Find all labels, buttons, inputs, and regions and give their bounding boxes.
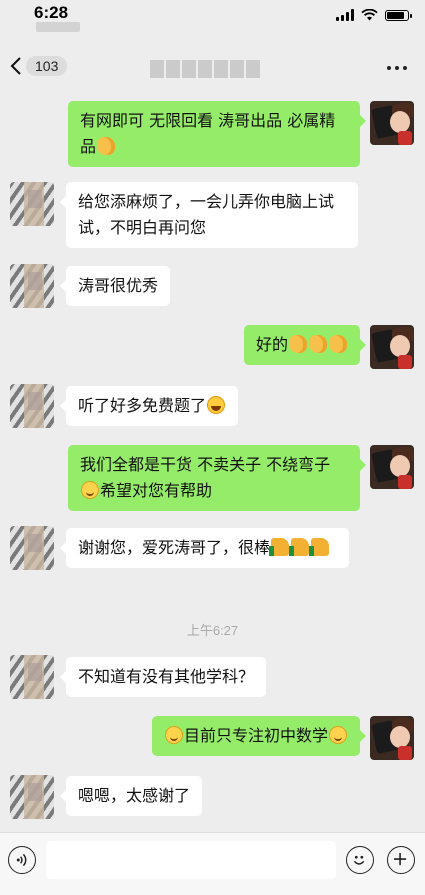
- chat-area: 有网即可 无限回看 涛哥出品 必属精品 给您添麻烦了，一会儿弄你电脑上试试，不明…: [0, 92, 425, 832]
- thumbs-up-icon: [269, 538, 290, 556]
- chat-title: [150, 60, 260, 78]
- wifi-icon: [361, 9, 378, 21]
- emoji-face-icon: [353, 855, 365, 865]
- message-text: 谢谢您，爱死涛哥了，很棒: [78, 538, 271, 557]
- message-text: 听了好多免费题了: [78, 396, 207, 415]
- message-text: 不知道有没有其他学科？: [78, 667, 255, 686]
- message-input[interactable]: [46, 841, 336, 879]
- plus-button[interactable]: [387, 846, 415, 874]
- input-bar: [0, 832, 425, 895]
- contact-avatar[interactable]: [10, 655, 54, 699]
- my-avatar[interactable]: [370, 716, 414, 760]
- contact-avatar[interactable]: [10, 526, 54, 570]
- back-button[interactable]: 103: [10, 56, 68, 76]
- status-bar: 6:28: [0, 0, 425, 32]
- message-text: 嗯嗯，太感谢了: [78, 786, 191, 805]
- message-text: 给您添麻烦了，一会儿弄你电脑上试试，不明白再问您: [78, 192, 335, 237]
- status-icons: [336, 9, 412, 21]
- signal-icon: [336, 9, 354, 21]
- message-bubble-incoming[interactable]: 涛哥很优秀: [59, 266, 171, 306]
- smile-icon: [329, 726, 347, 744]
- contact-avatar[interactable]: [10, 775, 54, 819]
- thumbs-up-icon: [289, 538, 310, 556]
- message-bubble-outgoing[interactable]: 我们全都是干货 不卖关子 不绕弯子 希望对您有帮助: [68, 445, 366, 511]
- status-blur: [36, 22, 80, 32]
- nav-bar: 103: [0, 44, 425, 92]
- smile-icon: [164, 726, 183, 744]
- unread-count-badge: 103: [26, 56, 68, 76]
- contact-avatar[interactable]: [10, 264, 54, 308]
- battery-icon: [385, 9, 412, 21]
- message-timestamp: 上午6:27: [186, 623, 239, 638]
- status-time: 6:28: [34, 3, 69, 22]
- thumbs-up-icon: [309, 538, 330, 556]
- message-bubble-outgoing[interactable]: 目前只专注初中数学: [151, 716, 367, 756]
- message-bubble-incoming[interactable]: 谢谢您，爱死涛哥了，很棒: [60, 528, 349, 568]
- handshake-icon: [309, 335, 327, 353]
- message-text: 有网即可 无限回看 涛哥出品 必属精品: [80, 111, 336, 156]
- more-dots-icon[interactable]: [387, 66, 407, 70]
- message-bubble-outgoing[interactable]: 有网即可 无限回看 涛哥出品 必属精品: [68, 101, 366, 167]
- message-text: 好的: [255, 335, 288, 354]
- plus-icon: [394, 853, 407, 866]
- contact-avatar[interactable]: [10, 384, 54, 428]
- message-bubble-outgoing[interactable]: 好的: [243, 325, 367, 365]
- handshake-icon: [289, 335, 307, 353]
- my-avatar[interactable]: [370, 101, 414, 145]
- my-avatar[interactable]: [370, 325, 414, 369]
- smile-icon: [81, 481, 99, 499]
- message-text: 希望对您有帮助: [100, 481, 213, 500]
- battery-fill: [387, 11, 405, 19]
- voice-icon: [16, 853, 27, 867]
- message-bubble-incoming[interactable]: 听了好多免费题了: [59, 386, 239, 426]
- message-text: 目前只专注初中数学: [183, 726, 328, 745]
- handshake-icon: [97, 137, 116, 155]
- emoji-button[interactable]: [346, 846, 374, 874]
- message-bubble-incoming[interactable]: 不知道有没有其他学科？: [59, 657, 267, 697]
- voice-button[interactable]: [8, 846, 36, 874]
- handshake-icon: [329, 335, 347, 353]
- message-text: 我们全都是干货 不卖关子 不绕弯子: [80, 455, 331, 474]
- contact-avatar[interactable]: [10, 182, 54, 226]
- message-bubble-incoming[interactable]: 给您添麻烦了，一会儿弄你电脑上试试，不明白再问您: [60, 182, 358, 248]
- chevron-left-icon: [10, 57, 21, 75]
- my-avatar[interactable]: [370, 445, 414, 489]
- message-bubble-incoming[interactable]: 嗯嗯，太感谢了: [59, 776, 203, 816]
- message-text: 涛哥很优秀: [78, 276, 159, 295]
- laughing-icon: [207, 396, 226, 414]
